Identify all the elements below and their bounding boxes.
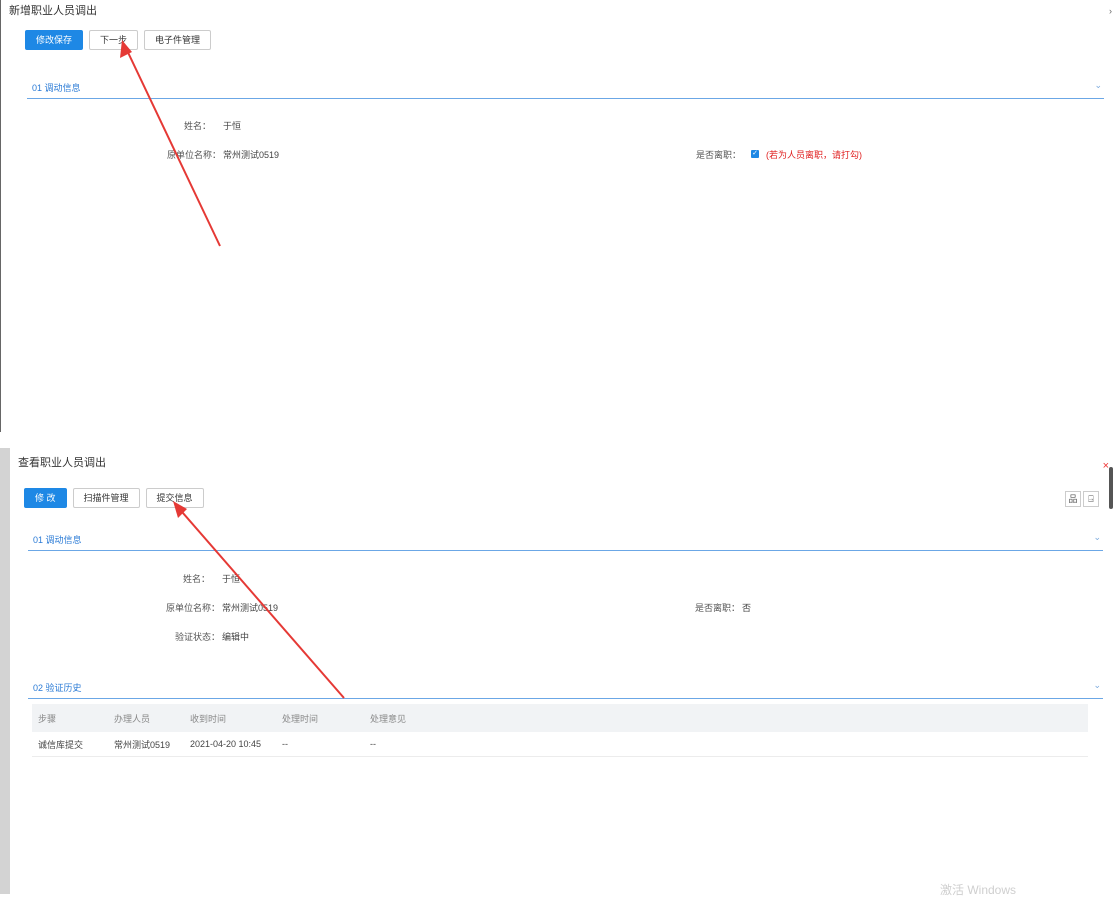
left-job-note: (若为人员离职，请打勾) (766, 150, 862, 160)
column-header: 办理人员 (114, 713, 151, 724)
name-label: 姓名： (183, 121, 211, 131)
table-cell: 常州测试0519 (114, 739, 171, 750)
section-transfer-info[interactable]: 01 调动信息 ⌄ (27, 76, 1104, 99)
toolbar: 修改保存 下一步 电子件管理 (25, 30, 212, 52)
column-header: 处理时间 (282, 713, 319, 724)
chevron-down-icon[interactable]: ⌄ (1093, 532, 1101, 543)
org-value: 常州测试0519 (222, 603, 279, 613)
corner-mark: › (1109, 6, 1112, 16)
edit-button[interactable]: 修 改 (24, 488, 67, 508)
gap (0, 432, 1115, 448)
pdf-icon[interactable]: ⍈ (1083, 491, 1099, 507)
top-dialog: 新增职业人员调出 › 修改保存 下一步 电子件管理 01 调动信息 ⌄ 姓名： … (0, 0, 1115, 432)
left-job-label: 是否离职： (694, 603, 740, 613)
scrollbar[interactable] (1109, 467, 1113, 509)
chevron-down-icon[interactable]: ⌄ (1094, 80, 1102, 91)
table-header: 步骤 办理人员 收到时间 处理时间 处理意见 (32, 704, 1088, 732)
table-cell: 2021-04-20 10:45 (190, 739, 262, 749)
section-transfer-info[interactable]: 01 调动信息 ⌄ (28, 528, 1103, 551)
watermark: 激活 Windows (940, 883, 1017, 897)
section-verify-history[interactable]: 02 验证历史 ⌄ (28, 676, 1103, 699)
dialog-title: 查看职业人员调出 (18, 457, 106, 469)
section-title: 01 调动信息 (33, 535, 82, 545)
org-label: 原单位名称： (166, 150, 221, 160)
org-value: 常州测试0519 (223, 150, 280, 160)
name-label: 姓名： (182, 574, 210, 584)
column-header: 处理意见 (370, 713, 407, 724)
submit-info-button[interactable]: 提交信息 (145, 488, 204, 508)
left-job-label: 是否离职： (695, 150, 741, 160)
table-cell: -- (370, 739, 376, 749)
left-job-value: 否 (742, 603, 752, 613)
section-title: 02 验证历史 (33, 683, 82, 693)
left-job-checkbox[interactable]: ✓ (751, 150, 759, 158)
history-table: 步骤 办理人员 收到时间 处理时间 处理意见 诚信库提交 常州测试0519 20… (32, 704, 1088, 757)
section-title: 01 调动信息 (32, 83, 81, 93)
next-button[interactable]: 下一步 (89, 30, 139, 50)
scan-manage-button[interactable]: 扫描件管理 (72, 488, 140, 508)
efile-manage-button[interactable]: 电子件管理 (144, 30, 212, 50)
save-button[interactable]: 修改保存 (25, 30, 84, 50)
table-cell: 诚信库提交 (38, 739, 84, 750)
verify-status-value: 编辑中 (222, 632, 250, 642)
org-chart-icon[interactable]: 品 (1065, 491, 1081, 507)
toolbar: 修 改 扫描件管理 提交信息 (24, 488, 204, 510)
org-label: 原单位名称： (165, 603, 220, 613)
name-value: 于恒 (223, 121, 242, 131)
verify-status-label: 验证状态： (174, 632, 220, 642)
bottom-dialog: 查看职业人员调出 × 修 改 扫描件管理 提交信息 品 ⍈ 01 调动信息 ⌄ … (0, 448, 1115, 897)
table-row: 诚信库提交 常州测试0519 2021-04-20 10:45 -- -- (32, 732, 1088, 757)
table-cell: -- (282, 739, 288, 749)
chevron-down-icon[interactable]: ⌄ (1093, 680, 1101, 691)
dialog-title: 新增职业人员调出 (9, 5, 97, 17)
column-header: 收到时间 (190, 713, 227, 724)
column-header: 步骤 (38, 713, 57, 724)
name-value: 于恒 (222, 574, 241, 584)
